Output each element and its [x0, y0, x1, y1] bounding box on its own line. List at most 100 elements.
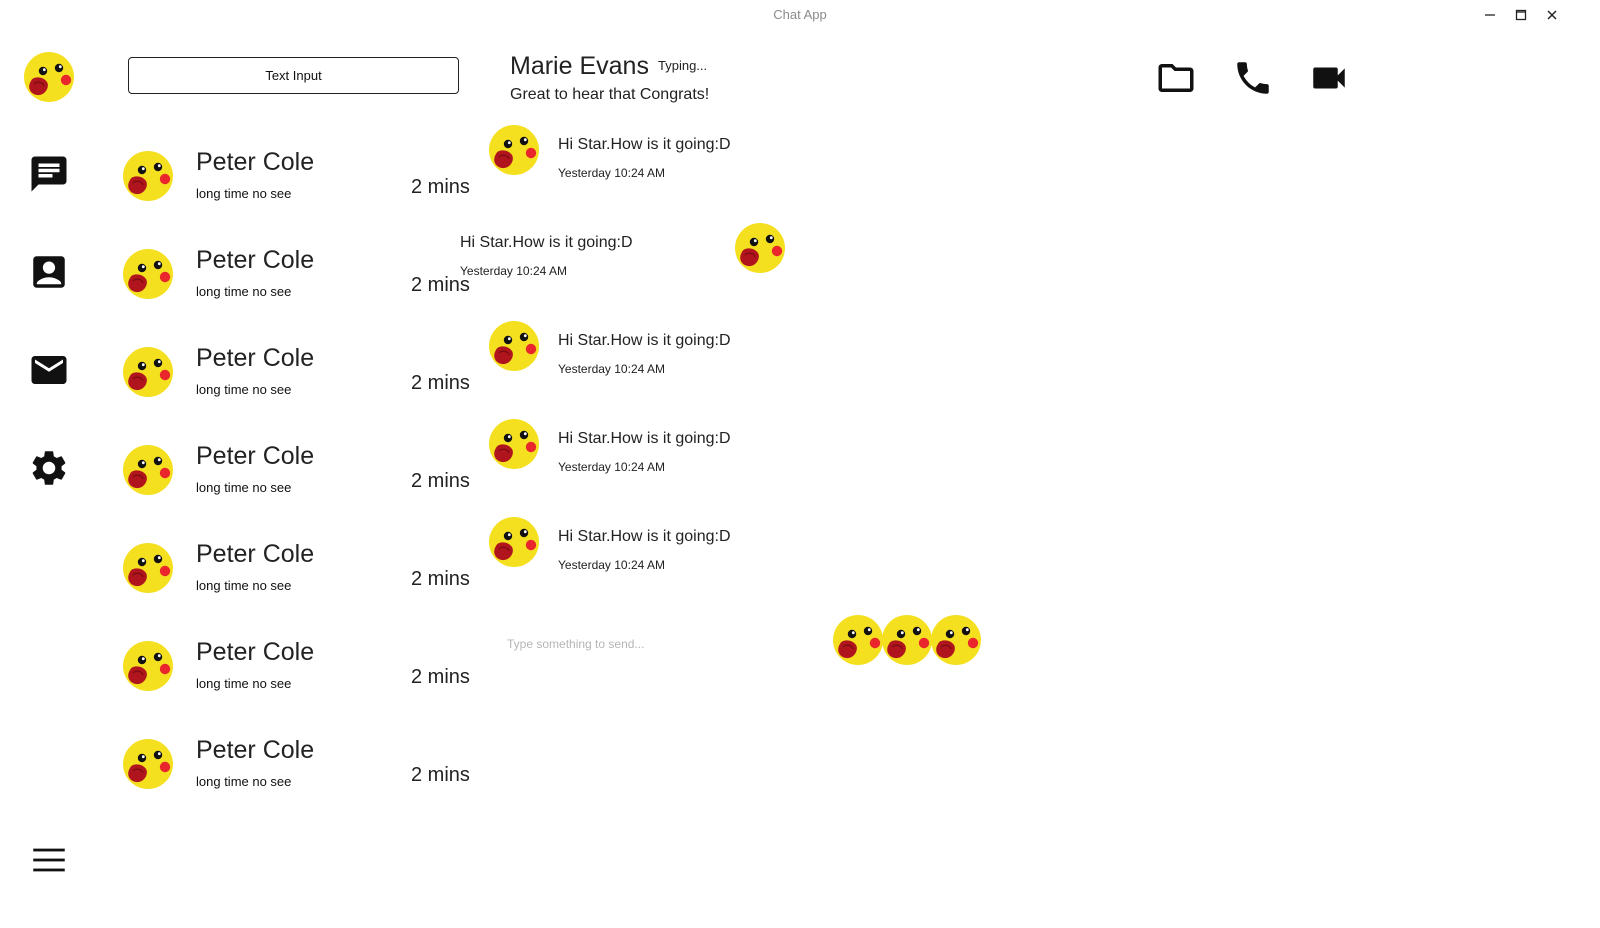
message-item: Hi Star.How is it going:D Yesterday 10:2… [488, 418, 788, 488]
duck-face-icon [123, 543, 173, 593]
video-camera-icon [1313, 67, 1345, 89]
profile-avatar[interactable] [23, 51, 75, 103]
emoji-button-3[interactable] [930, 614, 982, 666]
message-item: Hi Star.How is it going:D Yesterday 10:2… [488, 124, 788, 194]
settings-icon [32, 451, 66, 485]
contact-name: Peter Cole [196, 148, 315, 176]
duck-face-icon [489, 517, 539, 567]
duck-face-icon [123, 739, 173, 789]
video-call-button[interactable] [1307, 56, 1351, 100]
chat-contact-name: Marie Evans [510, 52, 649, 80]
contact-item[interactable]: Peter Cole long time no see 2 mins [118, 146, 478, 236]
contact-item[interactable]: Peter Cole long time no see 2 mins [118, 342, 478, 432]
message-avatar [734, 222, 786, 274]
message-avatar [488, 516, 540, 568]
contact-name: Peter Cole [196, 442, 315, 470]
duck-face-icon [489, 125, 539, 175]
message-time: Yesterday 10:24 AM [558, 362, 665, 376]
duck-face-icon [489, 419, 539, 469]
duck-face-icon [931, 615, 981, 665]
contact-time: 2 mins [411, 176, 470, 198]
minimize-icon [1485, 14, 1495, 16]
contact-item[interactable]: Peter Cole long time no see 2 mins [118, 244, 478, 334]
message-time: Yesterday 10:24 AM [460, 264, 567, 278]
hamburger-menu-icon [33, 848, 65, 872]
contact-name: Peter Cole [196, 638, 315, 666]
maximize-button[interactable] [1512, 6, 1530, 24]
message-item: Hi Star.How is it going:D Yesterday 10:2… [440, 222, 790, 292]
search-input[interactable] [128, 57, 459, 94]
minimize-button[interactable] [1481, 6, 1499, 24]
contact-avatar [122, 248, 174, 300]
typing-status: Typing... [658, 58, 708, 73]
contact-name: Peter Cole [196, 540, 315, 568]
message-avatar [488, 418, 540, 470]
message-time: Yesterday 10:24 AM [558, 558, 665, 572]
chat-icon [31, 156, 67, 192]
contact-time: 2 mins [411, 568, 470, 590]
duck-face-icon [24, 52, 74, 102]
contact-item[interactable]: Peter Cole long time no see 2 mins [118, 538, 478, 628]
window-title: Chat App [773, 7, 827, 22]
contact-avatar [122, 346, 174, 398]
contact-avatar [122, 542, 174, 594]
message-item: Hi Star.How is it going:D Yesterday 10:2… [488, 320, 788, 390]
contact-time: 2 mins [411, 764, 470, 786]
message-avatar [488, 124, 540, 176]
voice-call-button[interactable] [1231, 56, 1275, 100]
contact-preview: long time no see [196, 676, 292, 691]
contact-item[interactable]: Peter Cole long time no see 2 mins [118, 440, 478, 530]
duck-face-icon [123, 151, 173, 201]
menu-button[interactable] [26, 837, 72, 883]
contact-preview: long time no see [196, 578, 292, 593]
contact-time: 2 mins [411, 372, 470, 394]
message-input[interactable] [505, 630, 829, 658]
duck-face-icon [123, 445, 173, 495]
contact-avatar [122, 640, 174, 692]
duck-face-icon [123, 641, 173, 691]
contact-item[interactable]: Peter Cole long time no see 2 mins [118, 734, 478, 824]
duck-face-icon [123, 347, 173, 397]
contact-time: 2 mins [411, 470, 470, 492]
sidebar-item-mail[interactable] [26, 347, 72, 393]
contact-name: Peter Cole [196, 736, 315, 764]
emoji-button-2[interactable] [881, 614, 933, 666]
emoji-button-1[interactable] [832, 614, 884, 666]
folder-icon [1158, 64, 1194, 92]
contact-name: Peter Cole [196, 344, 315, 372]
duck-face-icon [123, 249, 173, 299]
contact-preview: long time no see [196, 186, 292, 201]
message-time: Yesterday 10:24 AM [558, 460, 665, 474]
contact-avatar [122, 738, 174, 790]
message-text: Hi Star.How is it going:D [558, 430, 731, 447]
contact-name: Peter Cole [196, 246, 315, 274]
close-icon [1547, 10, 1557, 20]
message-text: Hi Star.How is it going:D [558, 136, 731, 153]
message-avatar [488, 320, 540, 372]
contact-avatar [122, 444, 174, 496]
contact-avatar [122, 150, 174, 202]
close-button[interactable] [1543, 6, 1561, 24]
message-time: Yesterday 10:24 AM [558, 166, 665, 180]
maximize-icon [1515, 9, 1527, 21]
duck-face-icon [833, 615, 883, 665]
contact-preview: long time no see [196, 382, 292, 397]
message-text: Hi Star.How is it going:D [558, 332, 731, 349]
chat-last-message: Great to hear that Congrats! [510, 86, 710, 103]
duck-face-icon [882, 615, 932, 665]
contact-preview: long time no see [196, 284, 292, 299]
contact-time: 2 mins [411, 666, 470, 688]
phone-icon [1237, 62, 1269, 94]
contact-preview: long time no see [196, 774, 292, 789]
sidebar-item-contacts[interactable] [26, 249, 72, 295]
files-button[interactable] [1154, 56, 1198, 100]
duck-face-icon [735, 223, 785, 273]
sidebar-item-chats[interactable] [26, 151, 72, 197]
duck-face-icon [489, 321, 539, 371]
contact-item[interactable]: Peter Cole long time no see 2 mins [118, 636, 478, 726]
contact-preview: long time no see [196, 480, 292, 495]
contacts-icon [33, 256, 65, 288]
message-item: Hi Star.How is it going:D Yesterday 10:2… [488, 516, 788, 586]
message-text: Hi Star.How is it going:D [558, 528, 731, 545]
sidebar-item-settings[interactable] [26, 445, 72, 491]
